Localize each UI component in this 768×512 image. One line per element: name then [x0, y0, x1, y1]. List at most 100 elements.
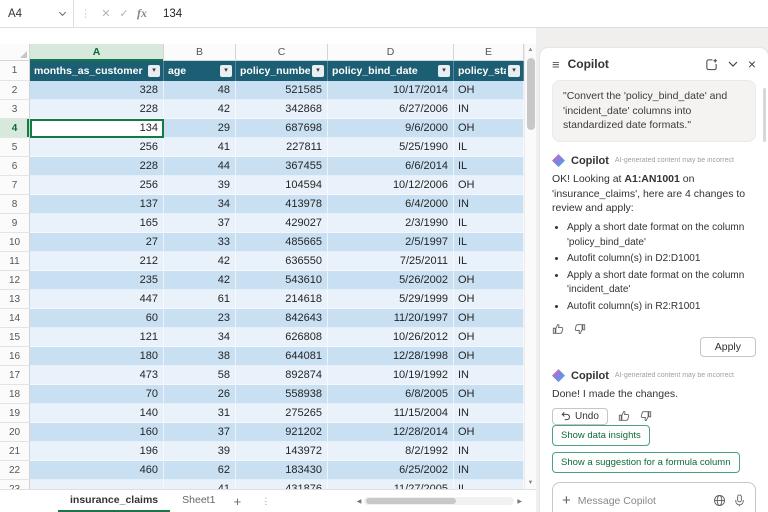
grid-cell[interactable]: 12/28/1998: [328, 347, 454, 366]
grid-cell[interactable]: 256: [30, 138, 164, 157]
grid-cell[interactable]: IN: [454, 442, 524, 461]
grid-cell[interactable]: 62: [164, 461, 236, 480]
grid-cell[interactable]: 48: [164, 81, 236, 100]
grid-cell[interactable]: 235: [30, 271, 164, 290]
grid-cell[interactable]: 183430: [236, 461, 328, 480]
grid-cell[interactable]: 521585: [236, 81, 328, 100]
grid-cell[interactable]: OH: [454, 423, 524, 442]
row-number[interactable]: 14: [0, 309, 30, 328]
add-context-icon[interactable]: +: [562, 493, 571, 508]
grid-cell[interactable]: 5/29/1999: [328, 290, 454, 309]
grid-cell[interactable]: OH: [454, 81, 524, 100]
web-globe-icon[interactable]: [713, 494, 726, 507]
panel-scrollbar-thumb[interactable]: [763, 88, 766, 142]
grid-cell[interactable]: 37: [164, 214, 236, 233]
scroll-right-icon[interactable]: ▶: [517, 498, 522, 505]
grid-cell[interactable]: 342868: [236, 100, 328, 119]
grid-cell[interactable]: 39: [164, 176, 236, 195]
grid-cell[interactable]: 12/28/2014: [328, 423, 454, 442]
grid-cell[interactable]: 473: [30, 366, 164, 385]
row-number[interactable]: 8: [0, 195, 30, 214]
grid-cell[interactable]: IL: [454, 252, 524, 271]
grid-cell[interactable]: 5/26/2002: [328, 271, 454, 290]
table-header-cell[interactable]: policy_stat ▾: [454, 61, 524, 81]
grid-cell[interactable]: 11/20/1997: [328, 309, 454, 328]
thumbs-down-icon[interactable]: [640, 410, 652, 422]
grid-cell[interactable]: 228: [30, 100, 164, 119]
grid-cell[interactable]: 543610: [236, 271, 328, 290]
grid-cell[interactable]: 104594: [236, 176, 328, 195]
grid-cell[interactable]: 6/8/2005: [328, 385, 454, 404]
grid-cell[interactable]: 137: [30, 195, 164, 214]
grid-cell[interactable]: 27: [30, 233, 164, 252]
filter-icon[interactable]: ▾: [312, 65, 324, 77]
grid-cell[interactable]: 37: [164, 423, 236, 442]
grid-cell[interactable]: 160: [30, 423, 164, 442]
grid-cell[interactable]: 29: [164, 119, 236, 138]
horizontal-scrollbar-track[interactable]: [364, 497, 514, 505]
grid-cell[interactable]: 6/6/2014: [328, 157, 454, 176]
grid-cell[interactable]: 10/19/1992: [328, 366, 454, 385]
row-number[interactable]: 17: [0, 366, 30, 385]
grid-cell[interactable]: 180: [30, 347, 164, 366]
scroll-left-icon[interactable]: ◀: [357, 498, 362, 505]
grid-cell[interactable]: 10/26/2012: [328, 328, 454, 347]
grid-cell[interactable]: 2/3/1990: [328, 214, 454, 233]
cell-range-reference[interactable]: A1:AN1001: [624, 173, 679, 185]
column-header[interactable]: E: [454, 44, 524, 61]
grid-cell[interactable]: 196: [30, 442, 164, 461]
grid-cell[interactable]: 644081: [236, 347, 328, 366]
copilot-input[interactable]: [578, 495, 706, 507]
confirm-entry-icon[interactable]: ✓: [115, 7, 133, 20]
grid-cell[interactable]: OH: [454, 290, 524, 309]
grid-cell[interactable]: 10/12/2006: [328, 176, 454, 195]
cancel-entry-icon[interactable]: ✕: [97, 7, 115, 20]
grid-cell[interactable]: 31: [164, 404, 236, 423]
horizontal-scrollbar[interactable]: ◀ ▶: [357, 497, 522, 505]
grid-cell[interactable]: OH: [454, 347, 524, 366]
menu-icon[interactable]: ≡: [552, 57, 560, 72]
grid-cell[interactable]: 134: [30, 119, 164, 138]
grid-cell[interactable]: 413978: [236, 195, 328, 214]
grid-cell[interactable]: 41: [164, 138, 236, 157]
filter-icon[interactable]: ▾: [508, 65, 520, 77]
collapse-chevron-icon[interactable]: [728, 61, 738, 67]
grid-cell[interactable]: 6/27/2006: [328, 100, 454, 119]
add-sheet-button[interactable]: +: [227, 491, 247, 512]
row-number[interactable]: 4: [0, 119, 30, 138]
apply-button[interactable]: Apply: [700, 337, 756, 357]
row-number[interactable]: 15: [0, 328, 30, 347]
row-number[interactable]: 16: [0, 347, 30, 366]
sheet-options-icon[interactable]: ⋮: [261, 496, 270, 507]
row-number[interactable]: 18: [0, 385, 30, 404]
grid-cell[interactable]: 121: [30, 328, 164, 347]
row-number[interactable]: 23: [0, 480, 30, 489]
grid-cell[interactable]: 44: [164, 157, 236, 176]
row-number[interactable]: 11: [0, 252, 30, 271]
column-header[interactable]: D: [328, 44, 454, 61]
grid-cell[interactable]: 42: [164, 252, 236, 271]
scroll-down-icon[interactable]: ▼: [528, 477, 534, 489]
row-number[interactable]: 5: [0, 138, 30, 157]
grid-cell[interactable]: 38: [164, 347, 236, 366]
grid-cell[interactable]: 2/5/1997: [328, 233, 454, 252]
grid-cell[interactable]: 328: [30, 81, 164, 100]
grid-cell[interactable]: OH: [454, 119, 524, 138]
grid-cell[interactable]: 842643: [236, 309, 328, 328]
table-header-cell[interactable]: age ▾: [164, 61, 236, 81]
copilot-input-box[interactable]: +: [552, 482, 756, 512]
row-number[interactable]: 13: [0, 290, 30, 309]
grid-cell[interactable]: IL: [454, 138, 524, 157]
grid-cell[interactable]: IN: [454, 461, 524, 480]
row-number[interactable]: 12: [0, 271, 30, 290]
column-header[interactable]: B: [164, 44, 236, 61]
grid-cell[interactable]: 143972: [236, 442, 328, 461]
row-number[interactable]: 19: [0, 404, 30, 423]
grid-cell[interactable]: 70: [30, 385, 164, 404]
grid-cell[interactable]: OH: [454, 271, 524, 290]
grid-cell[interactable]: OH: [454, 385, 524, 404]
grid-cell[interactable]: 227811: [236, 138, 328, 157]
grid-cell[interactable]: IL: [454, 233, 524, 252]
filter-icon[interactable]: ▾: [220, 65, 232, 77]
grid-cell[interactable]: 256: [30, 176, 164, 195]
